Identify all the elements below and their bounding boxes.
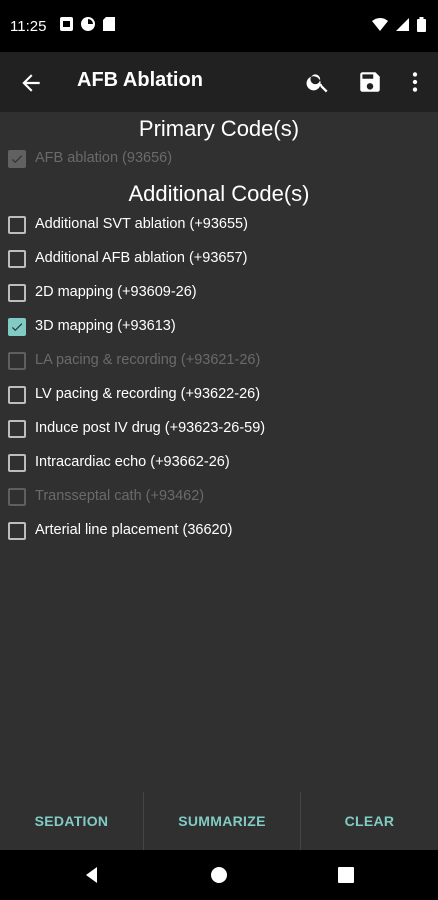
checkbox-row: LA pacing & recording (+93621-26) xyxy=(0,344,438,378)
battery-icon xyxy=(417,17,426,32)
status-bar: 11:25 xyxy=(0,0,438,52)
sedation-button[interactable]: SEDATION xyxy=(0,792,143,850)
checkbox xyxy=(8,488,26,506)
checkbox-row[interactable]: Induce post IV drug (+93623-26-59) xyxy=(0,412,438,446)
status-time: 11:25 xyxy=(10,18,47,35)
checkbox-row[interactable]: Additional SVT ablation (+93655) xyxy=(0,208,438,242)
checkbox-label: LA pacing & recording (+93621-26) xyxy=(35,352,261,368)
checkbox-label: Intracardiac echo (+93662-26) xyxy=(35,454,230,470)
status-system-icons xyxy=(372,17,426,32)
checkbox[interactable] xyxy=(8,216,26,234)
checkbox-row[interactable]: 2D mapping (+93609-26) xyxy=(0,276,438,310)
checkbox xyxy=(8,352,26,370)
signal-icon xyxy=(396,18,409,31)
back-arrow-icon[interactable] xyxy=(18,70,44,96)
checkbox[interactable] xyxy=(8,250,26,268)
check-icon xyxy=(11,155,23,164)
checkbox-label: Transseptal cath (+93462) xyxy=(35,488,205,504)
summarize-button[interactable]: SUMMARIZE xyxy=(144,792,300,850)
system-navigation-bar xyxy=(0,850,438,900)
checkbox-row: AFB ablation (93656) xyxy=(0,142,438,176)
checkbox[interactable] xyxy=(8,522,26,540)
checkbox-checked[interactable] xyxy=(8,318,26,336)
checkbox-label: 3D mapping (+93613) xyxy=(35,318,176,334)
checkbox-row[interactable]: LV pacing & recording (+93622-26) xyxy=(0,378,438,412)
checkbox-label: AFB ablation (93656) xyxy=(35,150,173,166)
checkbox[interactable] xyxy=(8,454,26,472)
checkbox[interactable] xyxy=(8,420,26,438)
checkbox-label: Additional SVT ablation (+93655) xyxy=(35,216,248,232)
checkbox-row[interactable]: Additional AFB ablation (+93657) xyxy=(0,242,438,276)
checkbox-row[interactable]: Intracardiac echo (+93662-26) xyxy=(0,446,438,480)
checkbox-label: Arterial line placement (36620) xyxy=(35,522,233,538)
checkbox-row[interactable]: Arterial line placement (36620) xyxy=(0,514,438,548)
checkbox-label: 2D mapping (+93609-26) xyxy=(35,284,197,300)
sd-card-icon xyxy=(103,17,115,31)
nav-back-icon[interactable] xyxy=(82,865,102,885)
checkbox-checked xyxy=(8,150,26,168)
search-icon[interactable] xyxy=(305,69,331,95)
more-vert-icon[interactable] xyxy=(402,69,428,95)
checkbox[interactable] xyxy=(8,284,26,302)
bottom-action-bar: SEDATION SUMMARIZE CLEAR xyxy=(0,792,438,850)
nav-home-icon[interactable] xyxy=(209,865,229,885)
checkbox[interactable] xyxy=(8,386,26,404)
status-notification-icons xyxy=(60,17,115,31)
app-bar: AFB Ablation xyxy=(0,52,438,112)
check-icon xyxy=(11,323,23,332)
checkbox-label: Induce post IV drug (+93623-26-59) xyxy=(35,420,266,436)
save-icon[interactable] xyxy=(357,69,383,95)
media-icon xyxy=(81,17,95,31)
clear-button[interactable]: CLEAR xyxy=(301,792,438,850)
page-title: AFB Ablation xyxy=(77,69,203,91)
additional-codes-heading: Additional Code(s) xyxy=(128,181,310,206)
primary-codes-heading: Primary Code(s) xyxy=(138,116,300,141)
checkbox-row: Transseptal cath (+93462) xyxy=(0,480,438,514)
checkbox-label: Additional AFB ablation (+93657) xyxy=(35,250,248,266)
nav-recents-icon[interactable] xyxy=(336,865,356,885)
notification-icon xyxy=(60,17,73,31)
checkbox-row[interactable]: 3D mapping (+93613) xyxy=(0,310,438,344)
checkbox-label: LV pacing & recording (+93622-26) xyxy=(35,386,261,402)
wifi-icon xyxy=(372,18,388,31)
